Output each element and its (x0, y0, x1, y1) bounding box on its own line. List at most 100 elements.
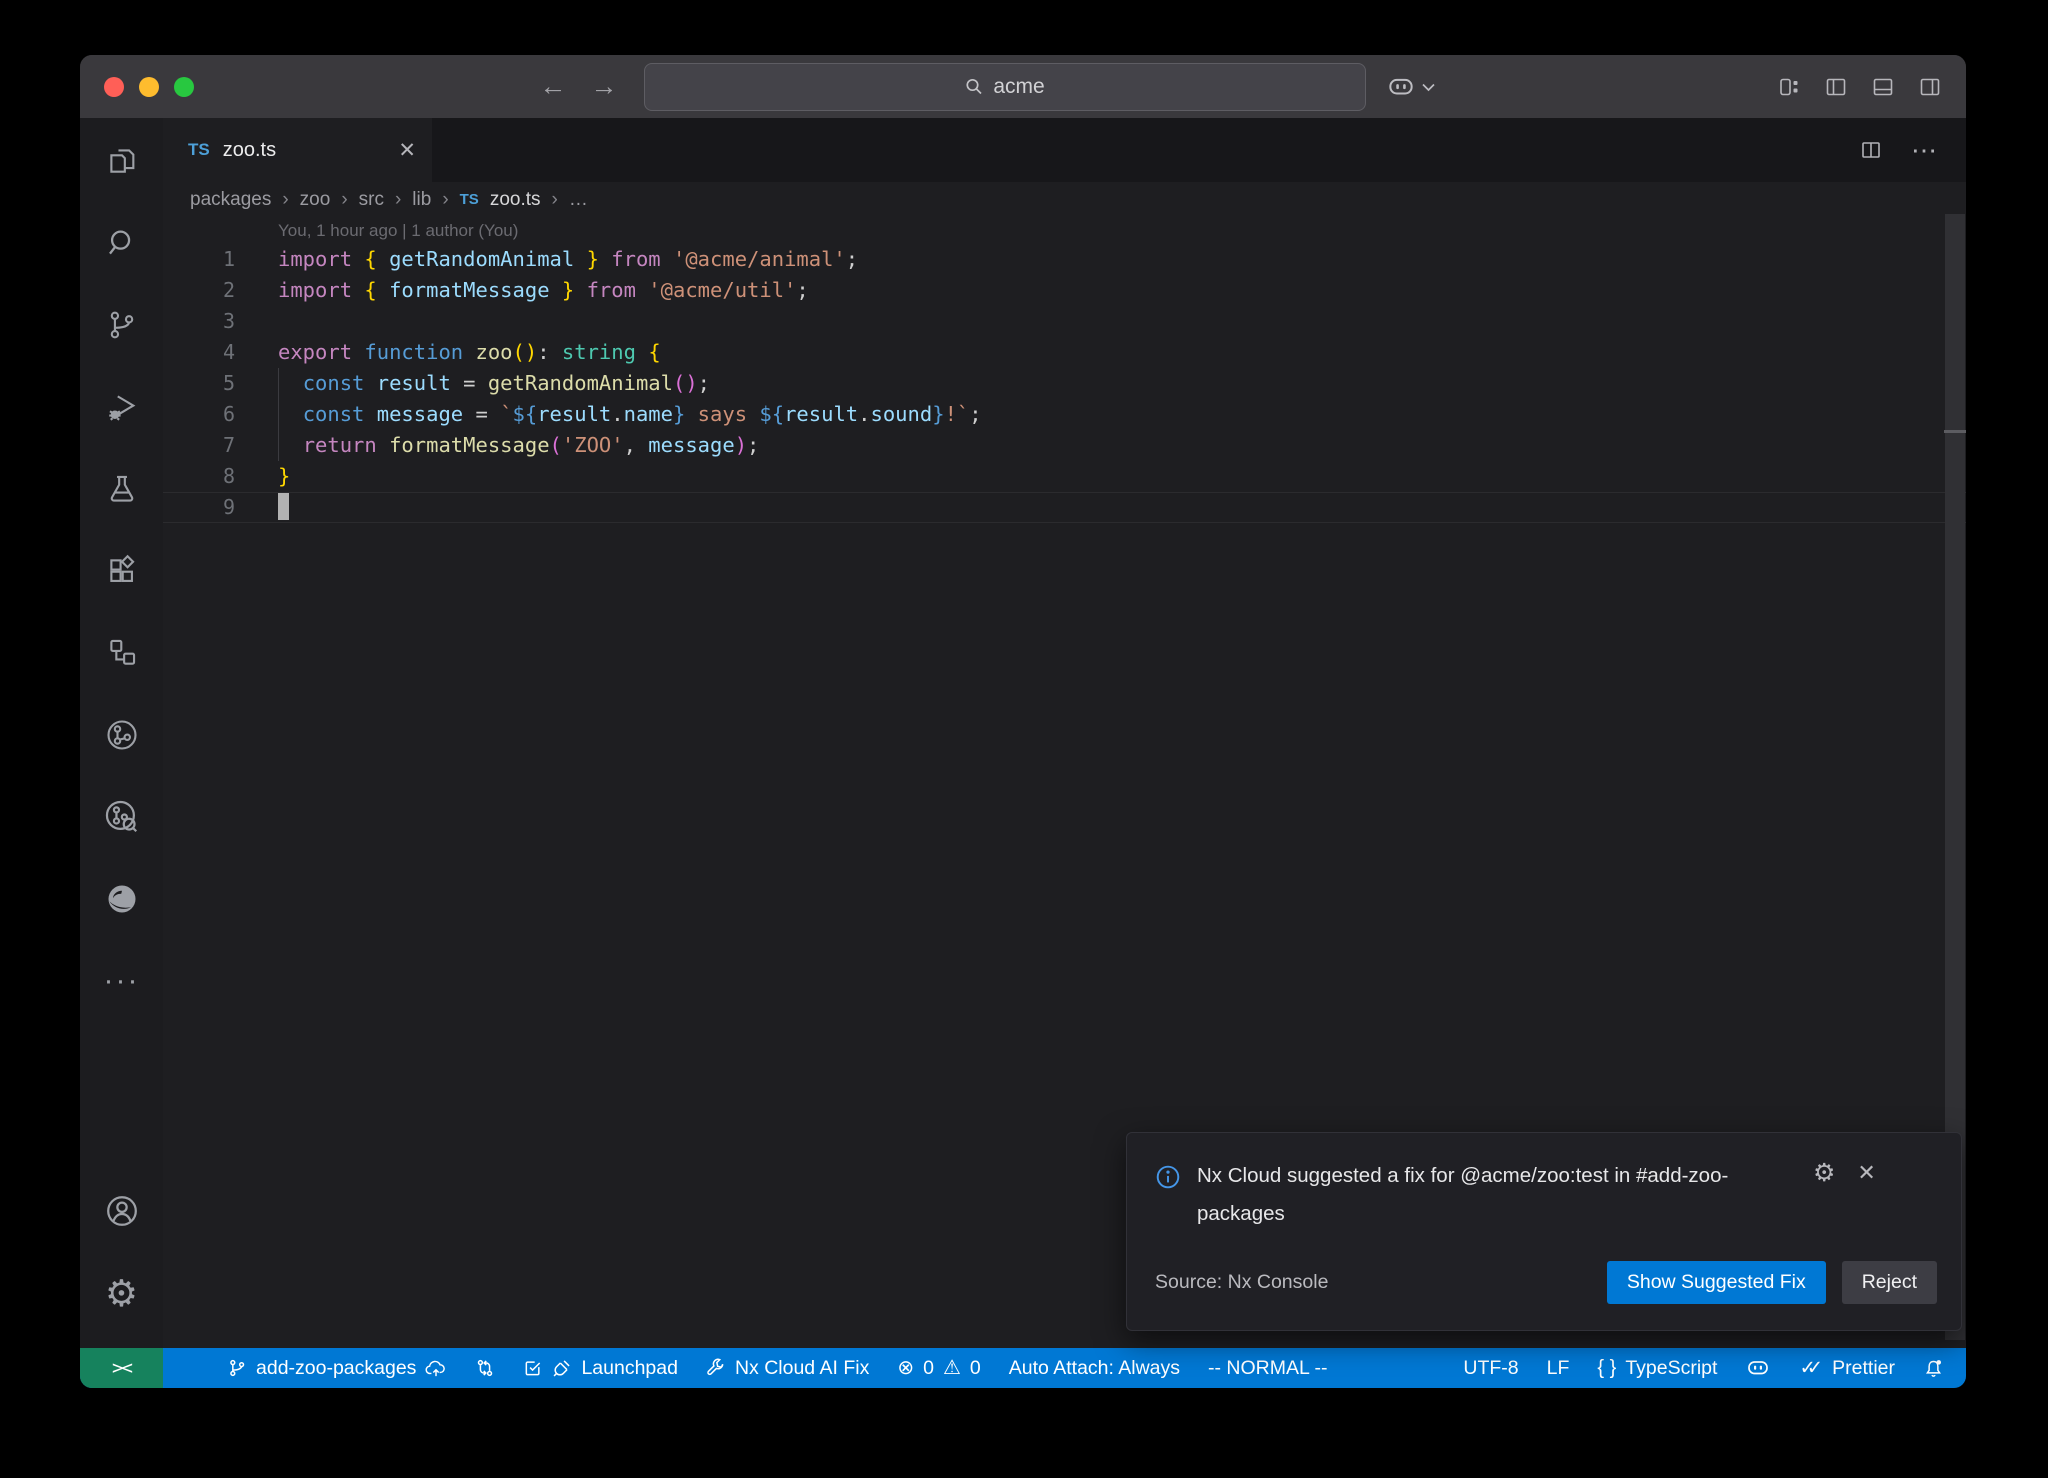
language-mode-item[interactable]: { } TypeScript (1583, 1348, 1731, 1388)
command-center-search[interactable]: acme (644, 63, 1366, 111)
notification-close-icon[interactable]: ✕ (1857, 1162, 1875, 1184)
tab-label: zoo.ts (223, 139, 276, 162)
breadcrumb-item[interactable]: zoo (300, 189, 331, 211)
git-compare-item[interactable] (461, 1348, 509, 1388)
notification-source: Source: Nx Console (1155, 1271, 1328, 1294)
run-and-debug-icon[interactable] (80, 366, 163, 448)
notifications-bell-item[interactable] (1909, 1348, 1958, 1388)
minimize-window-button[interactable] (139, 77, 159, 97)
tab-zoo-ts[interactable]: TS zoo.ts ✕ (163, 118, 432, 182)
line-content[interactable]: import { formatMessage } from '@acme/uti… (278, 275, 809, 306)
toggle-primary-sidebar-icon[interactable] (1824, 75, 1848, 99)
code-line[interactable]: 1 import { getRandomAnimal } from '@acme/… (163, 244, 1966, 275)
indent-guide (278, 399, 279, 430)
formatter-item[interactable]: ✓✓ Prettier (1785, 1348, 1909, 1388)
extensions-icon[interactable] (80, 530, 163, 612)
bell-dot-icon (1923, 1358, 1944, 1379)
vscode-window: ← → acme (80, 55, 1966, 1388)
code-line[interactable]: 5 const result = getRandomAnimal(); (163, 368, 1966, 399)
text-cursor (278, 493, 289, 520)
warning-icon: ⚠ (943, 1358, 961, 1378)
code-lines[interactable]: 1 import { getRandomAnimal } from '@acme/… (163, 244, 1966, 523)
testing-icon[interactable] (80, 448, 163, 530)
search-view-icon[interactable] (80, 202, 163, 284)
auto-attach-item[interactable]: Auto Attach: Always (995, 1348, 1194, 1388)
tab-bar: TS zoo.ts ✕ ⋯ (163, 118, 1966, 182)
copilot-status-item[interactable] (1731, 1348, 1785, 1388)
close-window-button[interactable] (104, 77, 124, 97)
notification-toast: Nx Cloud suggested a fix for @acme/zoo:t… (1126, 1132, 1962, 1331)
breadcrumb-item[interactable]: src (359, 189, 384, 211)
line-content[interactable]: export function zoo(): string { (278, 337, 661, 368)
forward-arrow-icon[interactable]: → (579, 73, 630, 100)
nx-cloud-fix-item[interactable]: Nx Cloud AI Fix (692, 1348, 883, 1388)
back-arrow-icon[interactable]: ← (528, 73, 579, 100)
line-content[interactable]: import { getRandomAnimal } from '@acme/a… (278, 244, 858, 275)
line-content[interactable]: return formatMessage('ZOO', message); (278, 430, 759, 461)
git-branch-item[interactable]: add-zoo-packages (213, 1348, 461, 1388)
error-icon: ⊗ (897, 1358, 914, 1378)
line-content[interactable]: const message = `${result.name} says ${r… (278, 399, 982, 430)
braces-icon: { } (1597, 1358, 1616, 1378)
source-control-icon[interactable] (80, 284, 163, 366)
copilot-menu[interactable] (1386, 74, 1436, 100)
eol-item[interactable]: LF (1533, 1348, 1584, 1388)
launchpad-item[interactable]: Launchpad (509, 1348, 692, 1388)
activity-bar: ··· ⚙ (80, 118, 163, 1348)
customize-layout-icon[interactable] (1777, 75, 1801, 99)
editor-more-actions-icon[interactable]: ⋯ (1911, 137, 1938, 163)
code-line[interactable]: 4export function zoo(): string { (163, 337, 1966, 368)
edge-tools-icon[interactable] (80, 858, 163, 940)
breadcrumb-item[interactable]: lib (412, 189, 431, 211)
explorer-icon[interactable] (80, 120, 163, 202)
nx-cloud-fix-label: Nx Cloud AI Fix (735, 1357, 869, 1380)
nx-cloud-icon[interactable] (80, 776, 163, 858)
breadcrumb-item[interactable]: packages (190, 189, 271, 211)
show-suggested-fix-button[interactable]: Show Suggested Fix (1607, 1261, 1826, 1304)
maximize-window-button[interactable] (174, 77, 194, 97)
code-line[interactable]: 2 import { formatMessage } from '@acme/ut… (163, 275, 1966, 306)
code-line[interactable]: 7 return formatMessage('ZOO', message); (163, 430, 1966, 461)
line-number: 9 (163, 492, 235, 523)
vim-mode-indicator[interactable]: -- NORMAL -- (1194, 1348, 1342, 1388)
project-graph-icon[interactable] (80, 612, 163, 694)
line-content[interactable]: const result = getRandomAnimal(); (278, 368, 710, 399)
reject-button[interactable]: Reject (1842, 1261, 1937, 1304)
cloud-upload-icon (425, 1358, 447, 1378)
toggle-panel-icon[interactable] (1871, 75, 1895, 99)
launchpad-label: Launchpad (581, 1357, 678, 1380)
line-number: 2 (163, 275, 235, 306)
breadcrumb-file[interactable]: zoo.ts (490, 189, 541, 211)
tab-close-icon[interactable]: ✕ (398, 138, 416, 163)
line-number: 1 (163, 244, 235, 275)
nx-console-icon[interactable] (80, 694, 163, 776)
code-line[interactable]: 3 (163, 306, 1966, 337)
breadcrumb-more[interactable]: … (569, 189, 588, 211)
code-line[interactable]: 9 (163, 492, 1966, 523)
double-check-icon: ✓✓ (1799, 1356, 1823, 1380)
split-editor-icon[interactable] (1859, 138, 1883, 162)
additional-views-icon[interactable]: ··· (80, 940, 163, 1022)
line-content[interactable]: } (278, 461, 290, 492)
traffic-lights (104, 77, 194, 97)
plug-icon (552, 1358, 572, 1378)
remote-indicator[interactable]: >< (80, 1348, 163, 1388)
line-number: 6 (163, 399, 235, 430)
breadcrumb[interactable]: packages› zoo› src› lib› TS zoo.ts› … (163, 182, 1966, 217)
toggle-secondary-sidebar-icon[interactable] (1918, 75, 1942, 99)
encoding-item[interactable]: UTF-8 (1449, 1348, 1532, 1388)
code-line[interactable]: 6 const message = `${result.name} says $… (163, 399, 1966, 430)
code-line[interactable]: 8} (163, 461, 1966, 492)
line-number: 5 (163, 368, 235, 399)
error-count: 0 (923, 1357, 934, 1380)
line-content[interactable] (278, 492, 289, 523)
typescript-file-icon: TS (460, 191, 479, 208)
settings-gear-icon[interactable]: ⚙ (80, 1252, 163, 1334)
chevron-right-icon: › (341, 189, 347, 211)
account-icon[interactable] (80, 1170, 163, 1252)
chevron-right-icon: › (442, 189, 448, 211)
problems-item[interactable]: ⊗ 0 ⚠ 0 (883, 1348, 994, 1388)
remote-icon: >< (112, 1357, 131, 1379)
typescript-file-icon: TS (188, 140, 210, 160)
notification-settings-icon[interactable]: ⚙ (1813, 1161, 1835, 1186)
